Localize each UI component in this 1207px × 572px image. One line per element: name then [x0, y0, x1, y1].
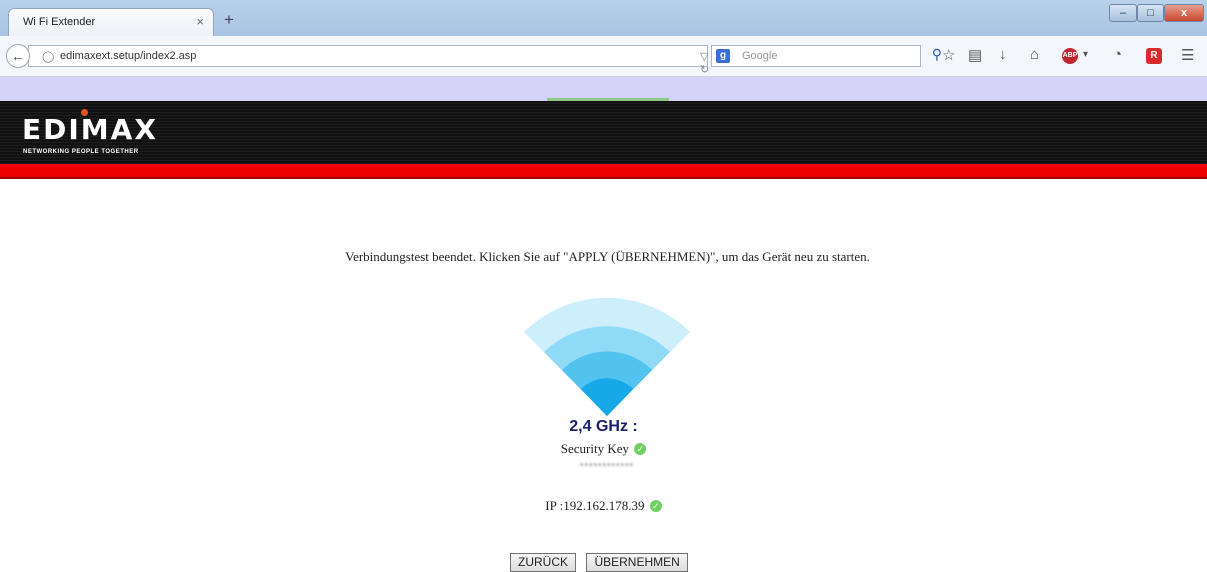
menu-icon[interactable]: ☰	[1181, 46, 1194, 64]
brand-tagline: NETWORKING PEOPLE TOGETHER	[23, 149, 139, 155]
sync-icon[interactable]: ◔	[1113, 46, 1122, 63]
button-row: ZURÜCK ÜBERNEHMEN	[510, 553, 694, 572]
browser-navbar: ◯ edimaxext.setup/index2.asp ▽ ↻ ← g Goo…	[0, 36, 1207, 77]
google-icon: g	[716, 49, 730, 63]
adblock-icon[interactable]: ABP	[1062, 48, 1078, 64]
ip-address: IP :192.162.178.39	[545, 498, 645, 513]
download-icon[interactable]: ↓	[999, 46, 1007, 63]
search-input[interactable]: g Google ⚲	[711, 45, 942, 67]
back-arrow-icon[interactable]: ←	[6, 44, 30, 68]
wifi-signal-icon	[524, 297, 690, 416]
frequency-label: 2,4 GHz :	[569, 418, 638, 435]
header-red-bar	[0, 164, 1207, 179]
status-message: Verbindungstest beendet. Klicken Sie auf…	[345, 249, 870, 264]
edimax-logo: EDIMAX	[22, 113, 158, 146]
globe-icon: ◯	[42, 51, 55, 63]
ip-row: IP :192.162.178.39 ✓	[0, 498, 1207, 514]
extension-icon[interactable]: R	[1146, 48, 1162, 64]
url-text: edimaxext.setup/index2.asp	[60, 50, 197, 62]
reload-icon[interactable]: ▽ ↻	[700, 50, 709, 76]
browser-tab[interactable]: Wi Fi Extender ×	[8, 8, 214, 36]
apply-button[interactable]: ÜBERNEHMEN	[586, 553, 688, 572]
browser-titlebar: Wi Fi Extender × + – □ x	[0, 0, 1207, 36]
bookmark-star-icon[interactable]: ☆	[942, 46, 955, 64]
new-tab-icon[interactable]: +	[224, 10, 234, 30]
reading-list-icon[interactable]: ▤	[968, 46, 982, 64]
brand-header: EDIMAX NETWORKING PEOPLE TOGETHER	[0, 101, 1207, 164]
check-icon: ✓	[649, 500, 662, 512]
home-icon[interactable]: ⌂	[1030, 46, 1039, 63]
minimize-button[interactable]: –	[1109, 4, 1137, 22]
maximize-button[interactable]: □	[1137, 4, 1164, 22]
search-placeholder: Google	[742, 50, 778, 62]
close-tab-icon[interactable]: ×	[196, 14, 204, 29]
address-bar[interactable]: ◯ edimaxext.setup/index2.asp ▽ ↻	[28, 45, 709, 76]
check-icon: ✓	[634, 443, 647, 455]
security-key-value: ••••••••••••	[579, 460, 634, 471]
tab-title: Wi Fi Extender	[23, 16, 96, 28]
logo-dot	[81, 109, 88, 116]
back-button[interactable]: ZURÜCK	[510, 553, 576, 572]
security-key-row: Security Key ✓	[0, 441, 1207, 457]
chevron-down-icon[interactable]: ▾	[1083, 49, 1088, 60]
security-key-label: Security Key	[560, 441, 629, 456]
search-icon[interactable]: ⚲	[932, 46, 942, 63]
close-window-button[interactable]: x	[1164, 4, 1204, 22]
